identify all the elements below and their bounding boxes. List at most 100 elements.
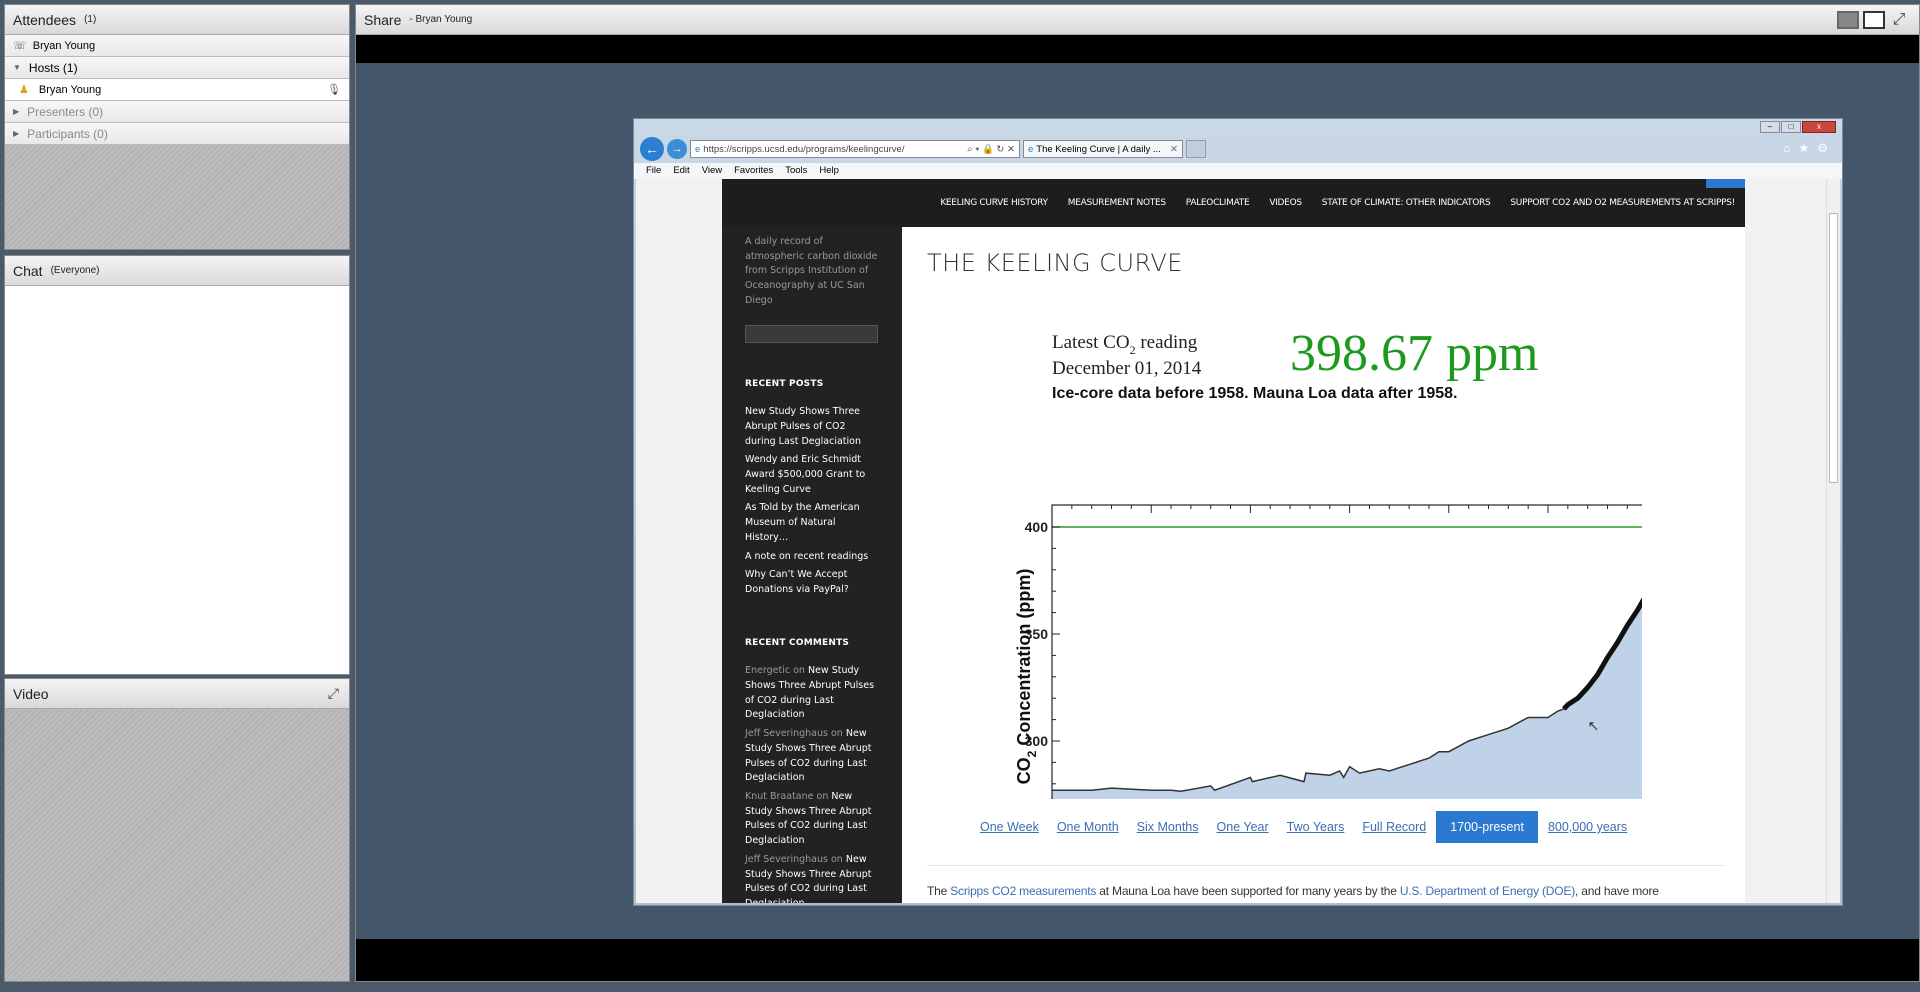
host-row[interactable]: ♟ Bryan Young 🎙 [5, 79, 349, 101]
chat-panel: Chat (Everyone) [4, 255, 350, 675]
recent-post-link[interactable]: Wendy and Eric Schmidt Award $500,000 Gr… [745, 453, 878, 497]
site-sidebar: A daily record of atmospheric carbon dio… [722, 227, 902, 903]
hosts-group[interactable]: ▼ Hosts (1) [5, 57, 349, 79]
doe-link[interactable]: U.S. Department of Energy (DOE) [1400, 884, 1575, 898]
comment-on: on [793, 665, 805, 677]
microphone-icon[interactable]: 🎙 [327, 83, 341, 96]
recent-post-link[interactable]: A note on recent readings [745, 550, 878, 565]
recent-post-link[interactable]: As Told by the American Museum of Natura… [745, 501, 878, 545]
browser-window: – □ x ← → e https://scripps.ucsd.edu/prog… [633, 118, 1843, 906]
recent-posts-title: RECENT POSTS [745, 378, 824, 389]
recent-post-link[interactable]: Why Can’t We Accept Donations via PayPal… [745, 568, 878, 597]
nav-accent [1706, 179, 1745, 188]
comment-author[interactable]: Jeff Severinghaus [745, 854, 828, 865]
range-six-months[interactable]: Six Months [1129, 811, 1207, 843]
nav-item[interactable]: STATE OF CLIMATE: OTHER INDICATORS [1322, 198, 1491, 208]
favorites-star-icon[interactable]: ★ [1798, 141, 1809, 155]
layout-view-icon[interactable] [1837, 10, 1859, 29]
recent-post-link[interactable]: New Study Shows Three Abrupt Pulses of C… [745, 405, 878, 449]
comment-author[interactable]: Energetic [745, 665, 790, 676]
page-heading: THE KEELING CURVE [927, 249, 1183, 277]
attendees-header: Attendees (1) [5, 5, 349, 35]
participants-group[interactable]: ▶ Participants (0) [5, 123, 349, 145]
ie-icon: e [1028, 143, 1034, 155]
presenters-label: Presenters (0) [27, 104, 104, 119]
recent-comment: Jeff Severinghaus on New Study Shows Thr… [745, 853, 878, 903]
collapsed-icon: ▶ [13, 129, 20, 138]
attendee-name: Bryan Young [32, 39, 96, 52]
new-tab-button[interactable] [1186, 140, 1206, 158]
comment-on: on [831, 853, 843, 865]
menu-help[interactable]: Help [819, 163, 839, 179]
menu-favorites[interactable]: Favorites [734, 163, 773, 179]
chat-scope[interactable]: (Everyone) [51, 265, 100, 276]
range-800-000-years[interactable]: 800,000 years [1540, 811, 1635, 843]
range-two-years[interactable]: Two Years [1279, 811, 1353, 843]
home-icon[interactable]: ⌂ [1783, 141, 1790, 155]
tab-close-icon[interactable]: ✕ [1170, 144, 1178, 155]
share-presenter: - Bryan Young [409, 14, 473, 25]
recent-comment: Knut Braatane on New Study Shows Three A… [745, 790, 878, 849]
expanded-icon: ▼ [13, 63, 21, 72]
chat-header: Chat (Everyone) [5, 256, 349, 286]
forward-button[interactable]: → [667, 139, 687, 159]
scrollbar-thumb[interactable] [1829, 213, 1838, 483]
back-button[interactable]: ← [640, 137, 664, 161]
chat-title: Chat [13, 262, 43, 279]
scrollbar[interactable] [1826, 179, 1840, 903]
nav-item[interactable]: VIDEOS [1269, 198, 1302, 208]
layout-full-icon[interactable] [1863, 10, 1885, 29]
keeling-chart: Latest CO2 readingDecember 01, 2014 398.6… [1014, 325, 1642, 799]
window-controls: – □ x [1760, 121, 1836, 133]
co2-area [1052, 602, 1642, 799]
range-1700-present[interactable]: 1700-present [1436, 811, 1538, 843]
share-title: Share [364, 11, 402, 28]
comment-author[interactable]: Jeff Severinghaus [745, 728, 828, 739]
reading-value: 398.67 ppm [1290, 325, 1538, 382]
attendees-count: (1) [84, 14, 97, 25]
video-area [5, 709, 349, 981]
recent-comment: Energetic on New Study Shows Three Abrup… [745, 664, 878, 723]
text: , and have more [1575, 884, 1659, 898]
comment-on: on [831, 728, 843, 740]
address-tools-icon[interactable]: ⌕ ▾ 🔒 ↻ ✕ [967, 144, 1015, 155]
text: at Mauna Loa have been supported for man… [1096, 884, 1400, 898]
range-one-week[interactable]: One Week [972, 811, 1047, 843]
scripps-link[interactable]: Scripps CO2 measurements [950, 884, 1096, 898]
nav-item[interactable]: MEASUREMENT NOTES [1068, 198, 1166, 208]
range-selector: One Week One Month Six Months One Year Two Y… [972, 811, 1635, 843]
participants-label: Participants (0) [27, 126, 108, 141]
range-full-record[interactable]: Full Record [1354, 811, 1434, 843]
menu-tools[interactable]: Tools [785, 163, 807, 179]
range-one-year[interactable]: One Year [1209, 811, 1277, 843]
hosts-label: Hosts (1) [28, 60, 78, 75]
y-tick-label: 400 [1025, 519, 1049, 535]
fullscreen-icon[interactable]: ⤢ [328, 685, 339, 702]
collapsed-icon: ▶ [13, 107, 20, 116]
menu-file[interactable]: File [646, 163, 661, 179]
maximize-button[interactable]: □ [1781, 121, 1801, 133]
comment-author[interactable]: Knut Braatane [745, 791, 814, 802]
settings-gear-icon[interactable]: ⚙ [1817, 141, 1828, 155]
browser-tab[interactable]: e The Keeling Curve | A daily ... ✕ [1023, 140, 1183, 158]
menu-view[interactable]: View [702, 163, 722, 179]
mouse-cursor-icon: ↖ [1588, 717, 1600, 733]
menu-edit[interactable]: Edit [673, 163, 689, 179]
tab-title: The Keeling Curve | A daily ... [1036, 143, 1161, 155]
my-attendee-row[interactable]: ☏ Bryan Young [5, 35, 349, 57]
address-bar[interactable]: e https://scripps.ucsd.edu/programs/keeli… [690, 140, 1020, 158]
nav-item[interactable]: KEELING CURVE HISTORY [940, 198, 1048, 208]
page-viewport: KEELING CURVE HISTORY MEASUREMENT NOTES PA… [636, 179, 1840, 903]
share-top-bar [356, 35, 1919, 63]
range-one-month[interactable]: One Month [1049, 811, 1127, 843]
minimize-button[interactable]: – [1760, 121, 1780, 133]
presenters-group[interactable]: ▶ Presenters (0) [5, 101, 349, 123]
fullscreen-icon[interactable]: ⤢ [1889, 11, 1909, 29]
phone-icon: ☏ [13, 40, 27, 52]
nav-item[interactable]: SUPPORT CO2 AND O2 MEASUREMENTS AT SCRIP… [1510, 198, 1735, 208]
nav-item[interactable]: PALEOCLIMATE [1186, 198, 1250, 208]
close-button[interactable]: x [1802, 121, 1836, 133]
attendees-panel: Attendees (1) ☏ Bryan Young ▼ Hosts (1) ♟ Br… [4, 4, 350, 250]
share-header: Share - Bryan Young ⤢ [356, 5, 1919, 35]
sidebar-search-input[interactable] [745, 324, 878, 343]
